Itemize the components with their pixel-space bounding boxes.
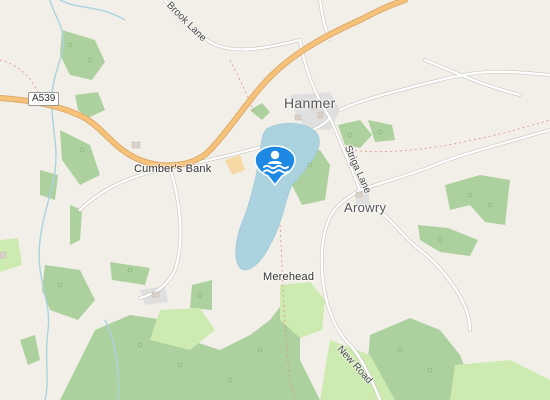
place-label-merehead[interactable]: Merehead: [263, 271, 314, 283]
a539-road-shield: A539: [28, 92, 60, 106]
place-label-cumbers-bank[interactable]: Cumber's Bank: [134, 163, 211, 175]
place-label-hanmer[interactable]: Hanmer: [284, 95, 336, 111]
swimming-icon: [254, 145, 296, 187]
swimming-location-marker[interactable]: [254, 145, 296, 187]
map-base-layer: [0, 0, 550, 400]
place-label-arowry[interactable]: Arowry: [344, 200, 386, 215]
map-viewport[interactable]: A539 Hanmer Arowry Cumber's Bank Merehea…: [0, 0, 550, 400]
